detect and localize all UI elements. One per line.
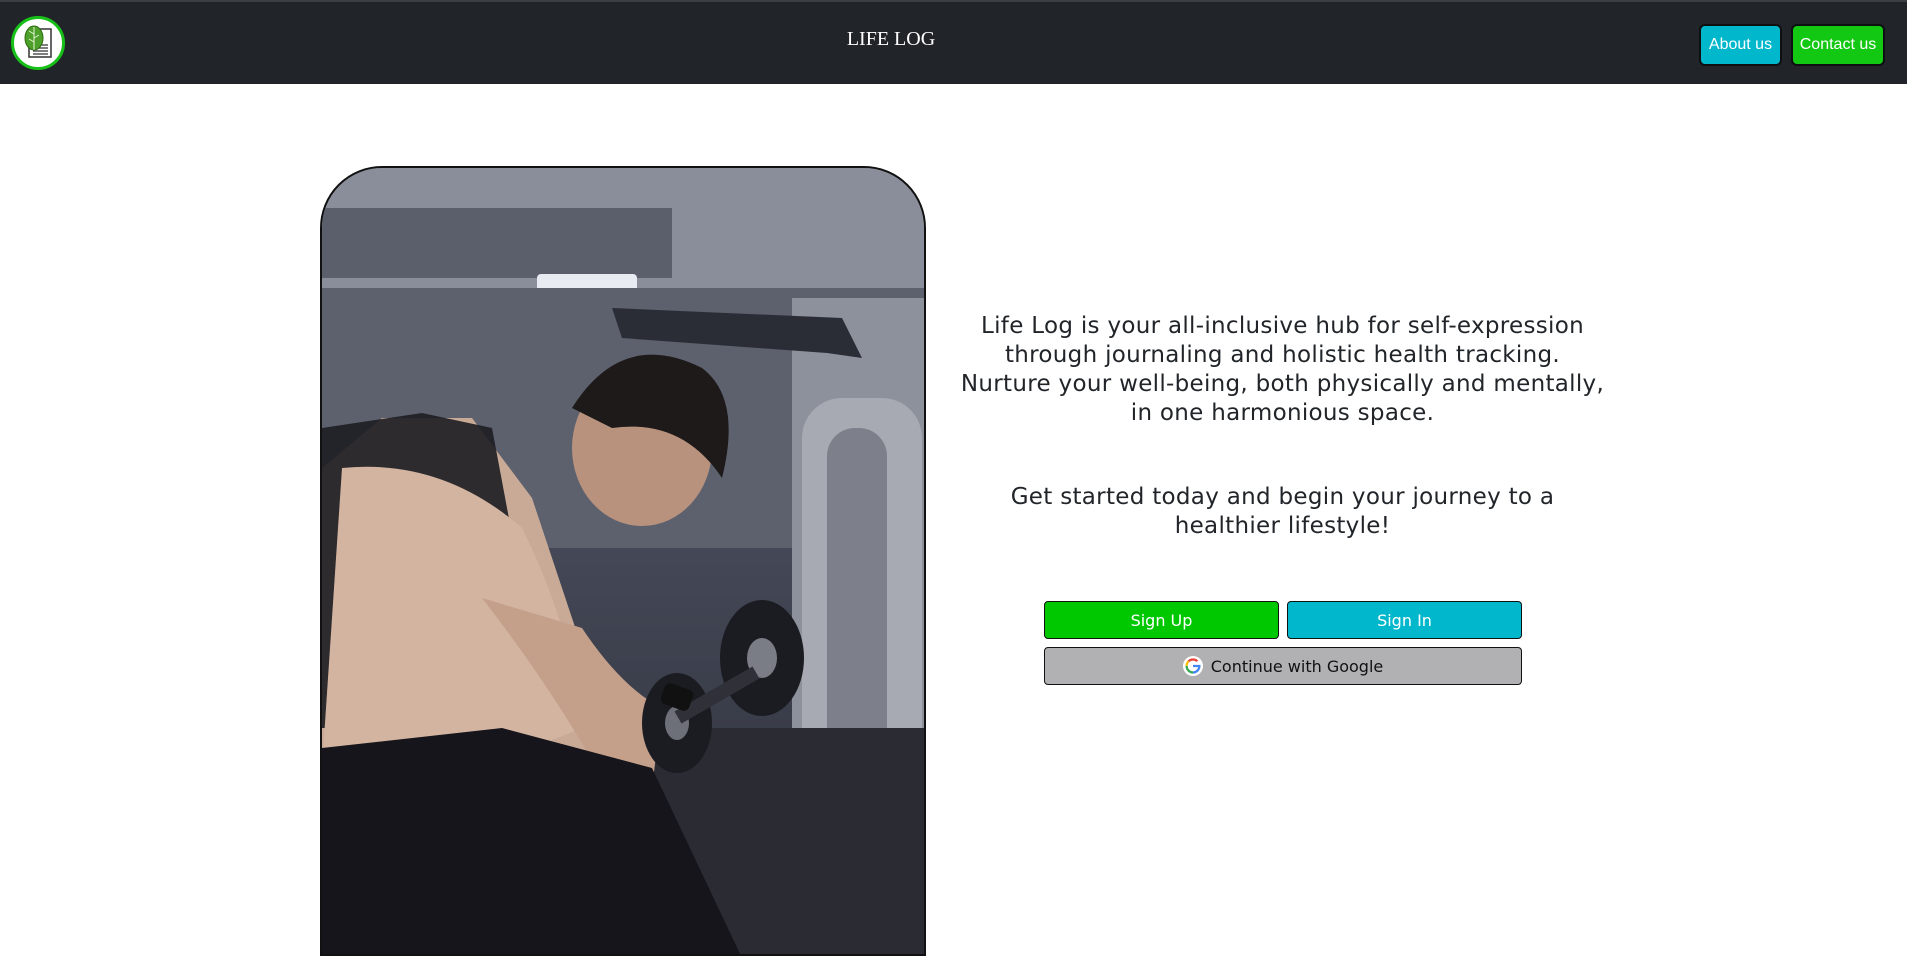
about-us-button[interactable]: About us [1699,24,1782,66]
contact-us-button[interactable]: Contact us [1791,24,1885,66]
intro-text: Life Log is your all-inclusive hub for s… [960,313,1605,426]
sign-in-button[interactable]: Sign In [1287,601,1522,639]
cta-text: Get started today and begin your journey… [1010,484,1555,539]
google-button-label: Continue with Google [1210,656,1384,676]
navbar: LIFE LOG About us Contact us [0,0,1907,84]
google-g-icon [1182,656,1203,676]
brand-title[interactable]: LIFE LOG [0,28,1782,51]
hero-image [320,166,926,956]
sign-up-button[interactable]: Sign Up [1044,601,1279,639]
continue-with-google-button[interactable]: Continue with Google [1044,647,1522,685]
